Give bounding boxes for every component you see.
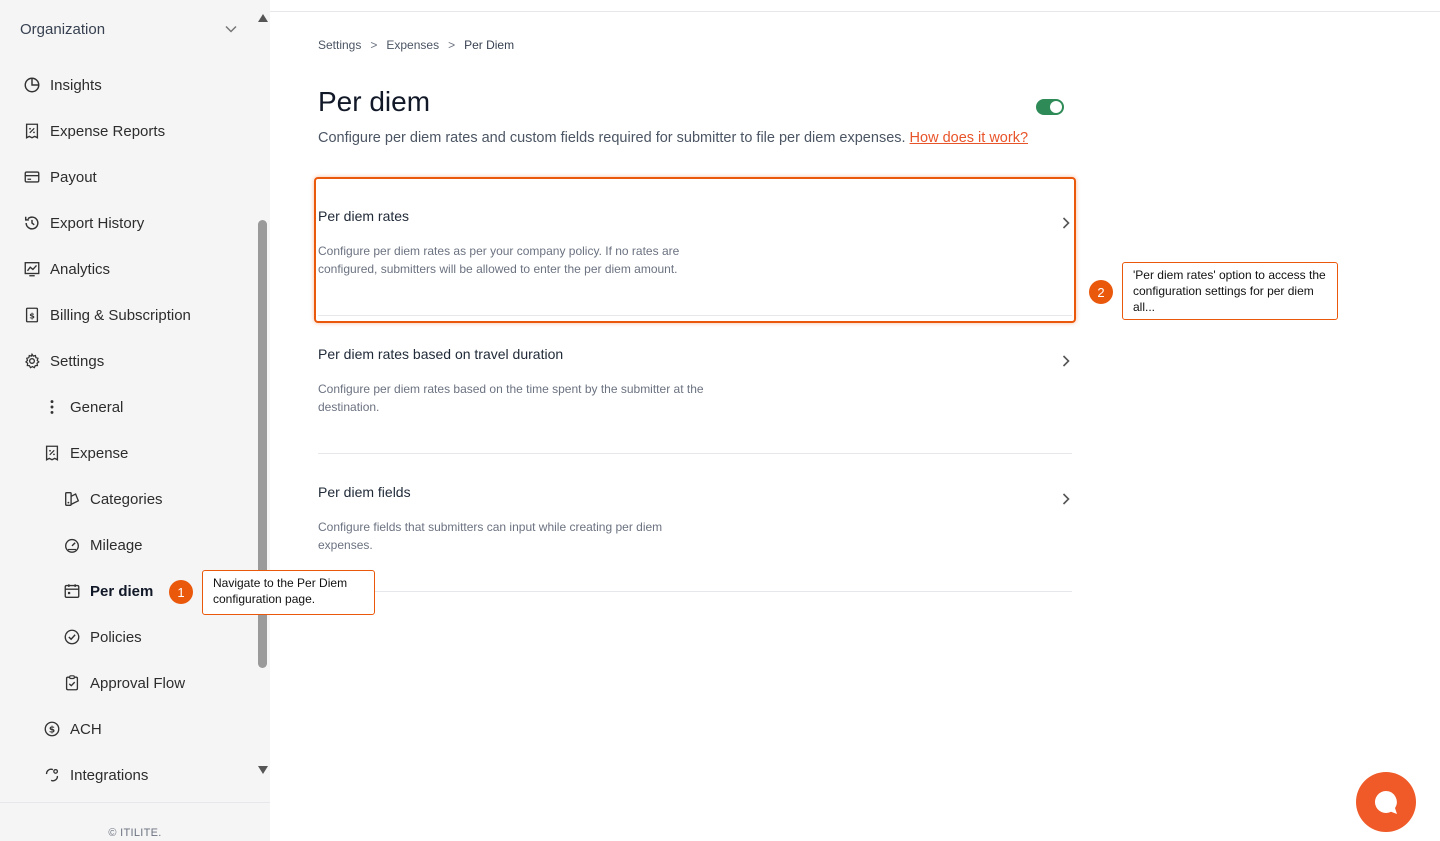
breadcrumb-settings[interactable]: Settings (318, 38, 361, 52)
sidebar-item-label: Settings (50, 352, 105, 370)
gauge-icon (62, 535, 82, 555)
page-title: Per diem (318, 86, 431, 117)
pie-chart-icon (22, 75, 42, 95)
breadcrumb-separator: > (448, 38, 456, 52)
card-title: Per diem rates based on travel duration (318, 346, 564, 362)
sidebar-item-label: Expense Reports (50, 122, 166, 140)
invoice-dollar-icon: $ (22, 305, 42, 325)
card-description: Configure per diem rates based on the ti… (318, 382, 704, 414)
check-circle-icon (62, 627, 82, 647)
sidebar-item-label: Billing & Subscription (50, 306, 191, 324)
sidebar-item-mileage[interactable]: Mileage (62, 532, 143, 558)
clipboard-check-icon (62, 673, 82, 693)
calendar-icon (62, 581, 82, 601)
dollar-circle-icon: $ (42, 719, 62, 739)
sidebar-item-analytics[interactable]: Analytics (22, 256, 110, 282)
sidebar-item-label: Categories (90, 490, 163, 508)
card-title: Per diem fields (318, 484, 411, 500)
vertical-dots-icon (42, 397, 62, 417)
history-icon (22, 213, 42, 233)
sidebar-item-categories[interactable]: Categories (62, 486, 163, 512)
copyright-text: © ITILITE. (108, 827, 162, 839)
sidebar-item-expense[interactable]: Expense (42, 440, 128, 466)
card-divider (318, 591, 1072, 592)
sidebar: Organization Insights Expense Reports Pa… (0, 0, 270, 841)
breadcrumb-separator: > (370, 38, 378, 52)
sidebar-item-label: Expense (70, 444, 129, 462)
sidebar-item-payout[interactable]: Payout (22, 164, 97, 190)
sidebar-item-label: Insights (50, 76, 102, 94)
categories-icon (62, 489, 82, 509)
gear-icon (22, 351, 42, 371)
svg-text:$: $ (29, 311, 35, 321)
toggle-knob (1050, 101, 1062, 113)
receipt-percent-icon (22, 121, 42, 141)
sidebar-item-label: Per diem (90, 582, 154, 600)
sidebar-footer: © ITILITE. (0, 802, 270, 841)
sidebar-item-general[interactable]: General (42, 394, 123, 420)
breadcrumb: Settings > Expenses > Per Diem (318, 38, 514, 52)
sidebar-item-billing[interactable]: $ Billing & Subscription (22, 302, 191, 328)
organization-dropdown[interactable]: Organization (20, 18, 240, 40)
sidebar-item-approval-flow[interactable]: Approval Flow (62, 670, 185, 696)
chevron-down-icon (222, 20, 240, 38)
sidebar-item-label: Integrations (70, 766, 149, 784)
step-badge-2: 2 (1089, 280, 1113, 304)
breadcrumb-expenses[interactable]: Expenses (386, 38, 439, 52)
svg-text:$: $ (49, 726, 55, 736)
sidebar-item-label: General (70, 398, 124, 416)
chat-bubble-icon (1375, 791, 1397, 814)
page-description: Configure per diem rates and custom fiel… (318, 130, 906, 146)
sidebar-item-settings[interactable]: Settings (22, 348, 104, 374)
scroll-up-arrow[interactable] (258, 14, 268, 22)
scroll-down-arrow[interactable] (258, 766, 268, 774)
sidebar-item-label: Policies (90, 628, 142, 646)
sidebar-item-label: ACH (70, 720, 102, 738)
per-diem-fields-card[interactable]: Per diem fields Configure fields that su… (318, 454, 1072, 592)
breadcrumb-per-diem: Per Diem (464, 38, 515, 52)
step-badge-1: 1 (169, 580, 193, 604)
sidebar-item-label: Payout (50, 168, 97, 186)
sidebar-item-insights[interactable]: Insights (22, 72, 102, 98)
sidebar-item-label: Export History (50, 214, 145, 232)
chevron-right-icon (1060, 492, 1072, 506)
chat-button[interactable] (1356, 772, 1416, 832)
organization-label: Organization (20, 20, 106, 38)
card-icon (22, 167, 42, 187)
sidebar-scroll-area: Organization Insights Expense Reports Pa… (0, 0, 255, 802)
highlight-per-diem-rates (314, 177, 1076, 323)
receipt-percent-icon (42, 443, 62, 463)
page-subtitle: Configure per diem rates and custom fiel… (318, 130, 1028, 146)
how-does-it-work-link[interactable]: How does it work? (910, 130, 1028, 146)
integrations-icon (42, 765, 62, 785)
sidebar-item-per-diem[interactable]: Per diem (62, 578, 153, 604)
sidebar-item-label: Mileage (90, 536, 143, 554)
sidebar-item-policies[interactable]: Policies (62, 624, 142, 650)
sidebar-item-label: Analytics (50, 260, 111, 278)
chart-icon (22, 259, 42, 279)
sidebar-item-label: Approval Flow (90, 674, 186, 692)
chevron-right-icon (1060, 354, 1072, 368)
sidebar-item-export-history[interactable]: Export History (22, 210, 144, 236)
callout-tooltip-2: 'Per diem rates' option to access the co… (1122, 262, 1338, 320)
per-diem-enable-toggle[interactable] (1036, 99, 1064, 115)
card-description: Configure fields that submitters can inp… (318, 520, 663, 552)
sidebar-item-ach[interactable]: $ ACH (42, 716, 102, 742)
header-divider (270, 11, 1440, 12)
sidebar-item-integrations[interactable]: Integrations (42, 762, 148, 788)
callout-tooltip-1: Navigate to the Per Diem configuration p… (202, 570, 375, 615)
travel-duration-rates-card[interactable]: Per diem rates based on travel duration … (318, 316, 1072, 454)
sidebar-item-expense-reports[interactable]: Expense Reports (22, 118, 165, 144)
